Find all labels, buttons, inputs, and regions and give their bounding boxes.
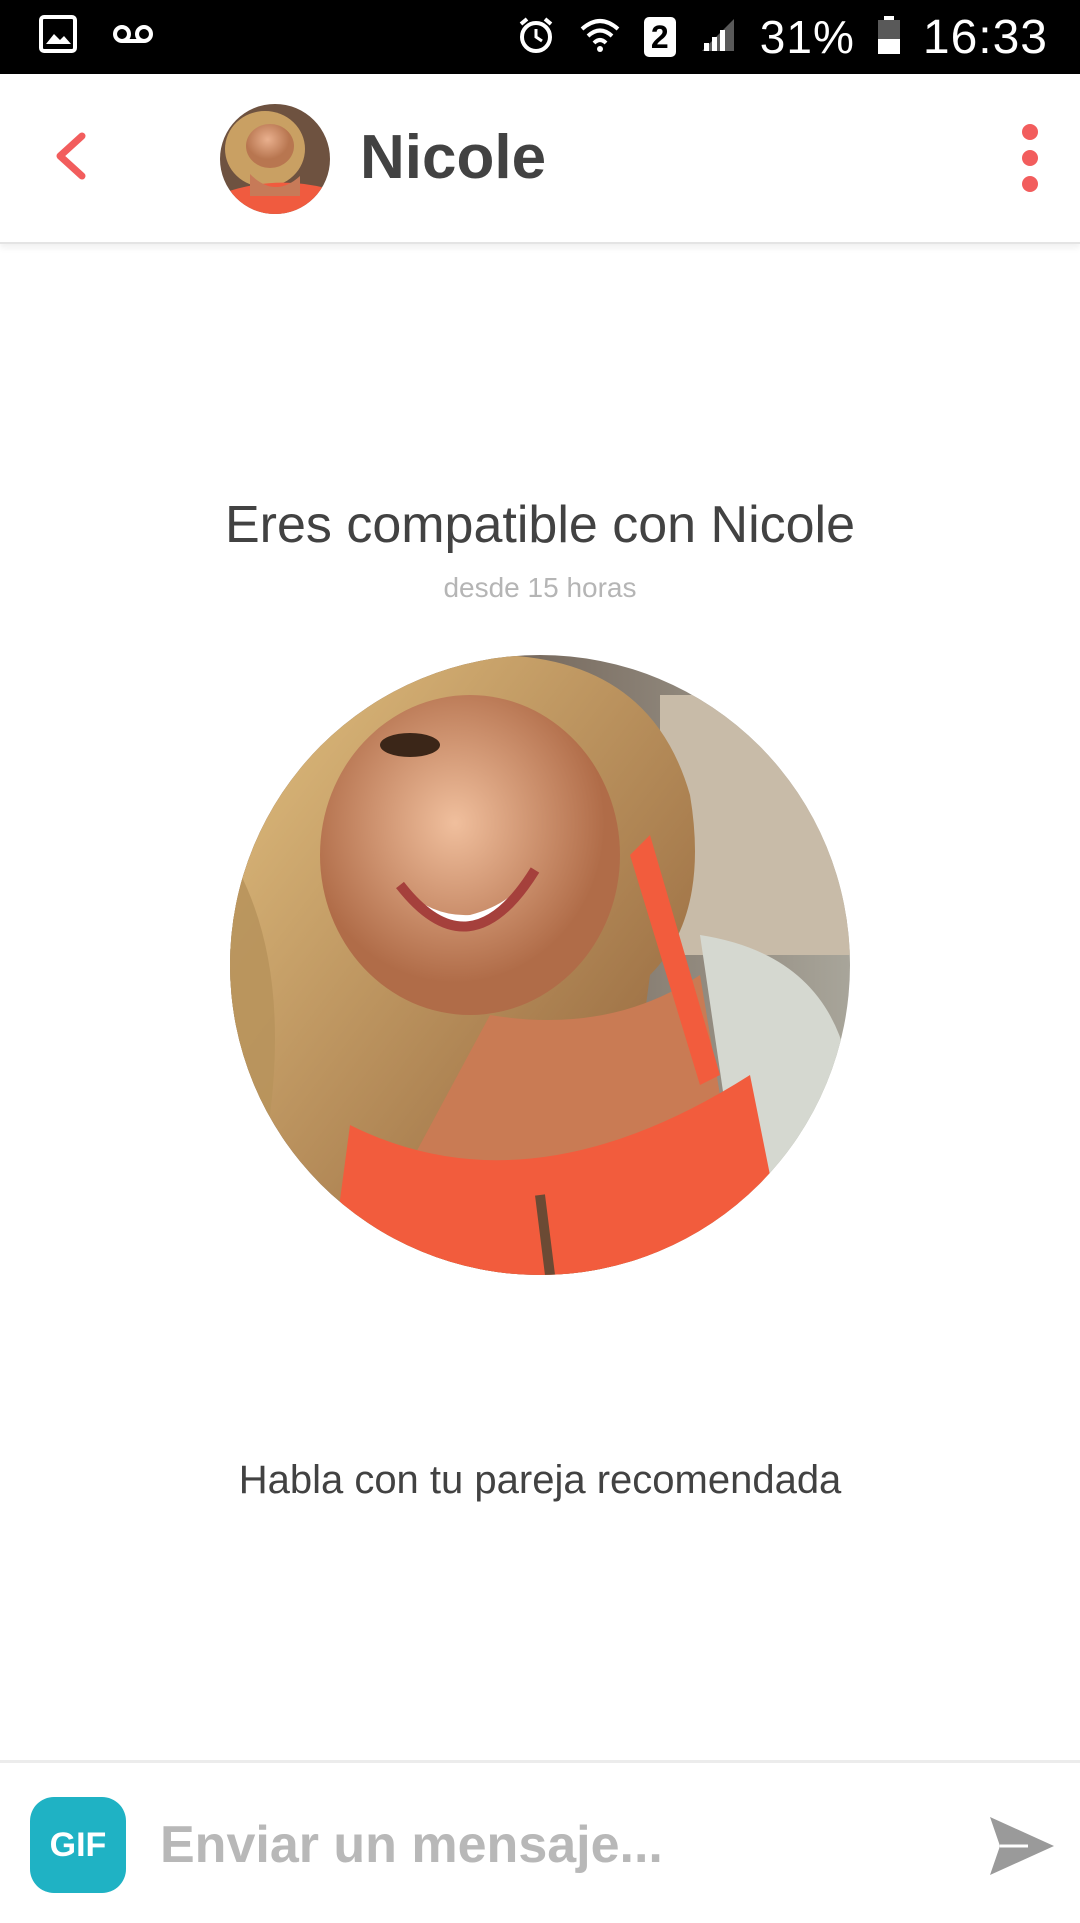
contact-name[interactable]: Nicole: [360, 122, 546, 193]
status-bar-left: [38, 14, 154, 59]
status-bar: 2 31% 16:33: [0, 0, 1080, 74]
status-bar-right: 2 31% 16:33: [516, 0, 1048, 74]
battery-percent: 31%: [759, 11, 855, 63]
back-button[interactable]: [40, 124, 104, 188]
match-profile-photo[interactable]: [230, 655, 850, 1275]
message-input[interactable]: [160, 1803, 960, 1887]
gif-button[interactable]: GIF: [30, 1797, 126, 1893]
voicemail-icon: [112, 19, 154, 54]
more-options-button[interactable]: [1000, 118, 1060, 198]
signal-icon: [698, 15, 738, 60]
send-icon: [990, 1817, 1054, 1875]
sim-icon: 2: [643, 17, 676, 57]
chat-header: Nicole: [0, 74, 1080, 244]
chevron-left-icon: [56, 132, 86, 180]
battery-icon: [877, 15, 901, 60]
avatar[interactable]: [220, 104, 330, 214]
message-composer: GIF: [0, 1760, 1080, 1923]
wifi-icon: [578, 15, 622, 60]
alarm-icon: [516, 15, 556, 60]
chat-prompt: Habla con tu pareja recomendada: [238, 1458, 842, 1502]
send-button[interactable]: [984, 1809, 1058, 1883]
more-vertical-icon: [1022, 124, 1038, 192]
clock: 16:33: [922, 10, 1048, 64]
match-timestamp: desde 15 horas: [443, 572, 637, 603]
gallery-icon: [38, 14, 78, 59]
match-title: Eres compatible con Nicole: [224, 496, 856, 554]
